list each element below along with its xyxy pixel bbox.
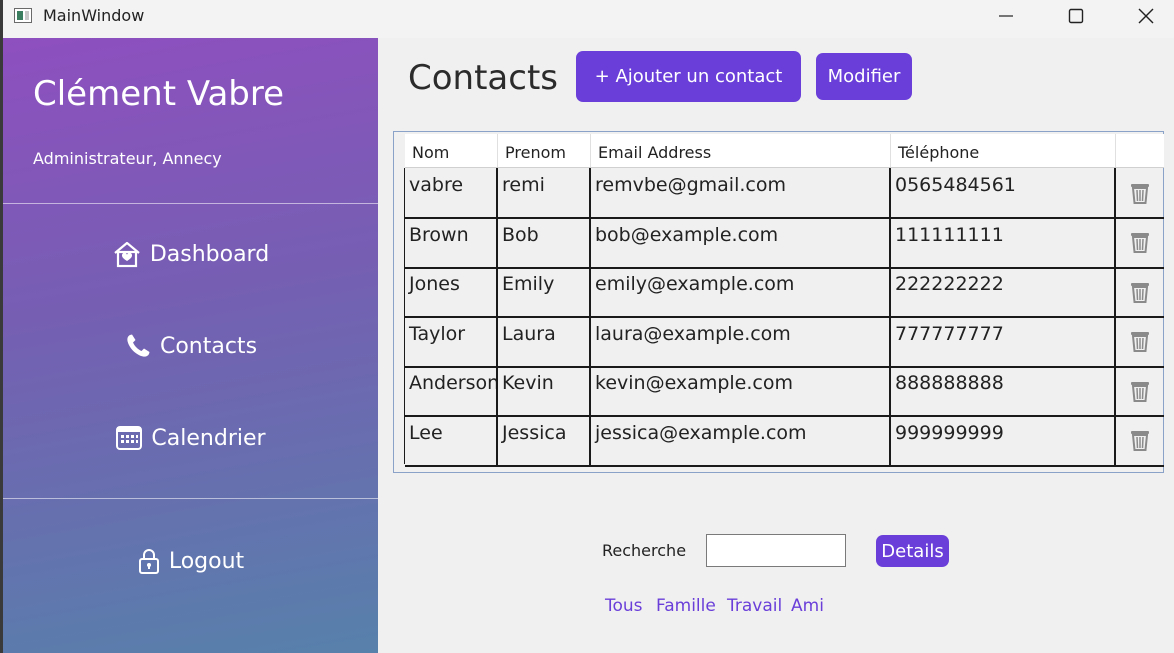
sidebar: Clément Vabre Administrateur, Annecy Das… — [3, 38, 378, 653]
nav-contacts[interactable]: Contacts — [3, 326, 378, 366]
table-row[interactable]: Taylor Laura laura@example.com 777777777 — [405, 316, 1164, 368]
delete-button[interactable] — [1116, 267, 1164, 316]
calendar-icon — [116, 426, 143, 450]
table-row[interactable]: vabre remi remvbe@gmail.com 0565484561 — [405, 168, 1164, 219]
table-row[interactable]: Lee Jessica jessica@example.com 999999999 — [405, 415, 1164, 467]
nav-contacts-label: Contacts — [159, 333, 258, 359]
trash-icon — [1131, 233, 1149, 253]
trash-icon — [1131, 431, 1149, 451]
phone-icon — [127, 334, 150, 357]
table-row[interactable]: Jones Emily emily@example.com 222222222 — [405, 267, 1164, 318]
main-window: MainWindow Clément Vabre Administrateur,… — [3, 0, 1174, 653]
table-row[interactable]: Anderson Kevin kevin@example.com 888888888 — [405, 366, 1164, 417]
close-icon — [1138, 8, 1154, 24]
filter-travail[interactable]: Travail — [727, 596, 782, 616]
cell-email[interactable]: emily@example.com — [591, 267, 891, 316]
cell-telephone[interactable]: 777777777 — [891, 316, 1116, 366]
minimize-icon — [999, 15, 1013, 17]
window-title: MainWindow — [43, 6, 145, 25]
logout-label: Logout — [168, 548, 245, 574]
cell-nom[interactable]: Taylor — [405, 316, 498, 366]
lock-icon — [138, 549, 159, 574]
edit-button[interactable]: Modifier — [816, 53, 912, 100]
cell-prenom[interactable]: Emily — [498, 267, 591, 316]
table-row[interactable]: Brown Bob bob@example.com 111111111 — [405, 217, 1164, 269]
close-button[interactable] — [1123, 0, 1169, 32]
cell-nom[interactable]: Lee — [405, 415, 498, 465]
cell-telephone[interactable]: 0565484561 — [891, 168, 1116, 217]
cell-prenom[interactable]: Kevin — [498, 366, 591, 415]
nav-dashboard-label: Dashboard — [149, 241, 270, 267]
search-label: Recherche — [602, 541, 687, 560]
logout-button[interactable]: Logout — [3, 541, 378, 581]
maximize-button[interactable] — [1053, 0, 1099, 32]
user-name: Clément Vabre — [33, 74, 285, 114]
minimize-button[interactable] — [983, 0, 1029, 32]
cell-telephone[interactable]: 999999999 — [891, 415, 1116, 465]
cell-email[interactable]: jessica@example.com — [591, 415, 891, 465]
cell-email[interactable]: bob@example.com — [591, 217, 891, 267]
cell-prenom[interactable]: Jessica — [498, 415, 591, 465]
cell-telephone[interactable]: 222222222 — [891, 267, 1116, 316]
column-header-nom[interactable]: Nom — [405, 134, 498, 167]
app-icon — [14, 8, 32, 23]
filter-tous[interactable]: Tous — [605, 596, 643, 616]
cell-telephone[interactable]: 111111111 — [891, 217, 1116, 267]
cell-nom[interactable]: Anderson — [405, 366, 498, 415]
nav-calendar-label: Calendrier — [151, 425, 266, 451]
contacts-table: Nom Prenom Email Address Téléphone vabre… — [393, 131, 1164, 473]
cell-email[interactable]: remvbe@gmail.com — [591, 168, 891, 217]
delete-button[interactable] — [1116, 317, 1164, 366]
delete-button[interactable] — [1116, 416, 1164, 465]
cell-prenom[interactable]: remi — [498, 168, 591, 217]
add-contact-button[interactable]: + Ajouter un contact — [576, 51, 801, 102]
cell-email[interactable]: laura@example.com — [591, 316, 891, 366]
nav-dashboard[interactable]: Dashboard — [3, 234, 378, 274]
column-header-email[interactable]: Email Address — [591, 134, 891, 167]
search-input[interactable] — [706, 534, 846, 567]
sidebar-divider — [3, 498, 378, 499]
maximize-icon — [1068, 8, 1084, 24]
house-icon — [114, 241, 140, 268]
delete-button[interactable] — [1116, 218, 1164, 267]
cell-nom[interactable]: Jones — [405, 267, 498, 316]
cell-telephone[interactable]: 888888888 — [891, 366, 1116, 415]
trash-icon — [1131, 183, 1149, 204]
trash-icon — [1131, 282, 1149, 303]
column-header-actions — [1116, 134, 1164, 167]
delete-button[interactable] — [1116, 168, 1164, 217]
delete-button[interactable] — [1116, 366, 1164, 415]
cell-nom[interactable]: Brown — [405, 217, 498, 267]
cell-nom[interactable]: vabre — [405, 168, 498, 217]
filter-ami[interactable]: Ami — [791, 596, 824, 616]
sidebar-divider — [3, 203, 378, 204]
column-header-telephone[interactable]: Téléphone — [891, 134, 1116, 167]
user-role: Administrateur, Annecy — [33, 149, 222, 168]
filter-famille[interactable]: Famille — [656, 596, 716, 616]
page-title: Contacts — [408, 58, 558, 98]
cell-prenom[interactable]: Bob — [498, 217, 591, 267]
cell-email[interactable]: kevin@example.com — [591, 366, 891, 415]
table-header: Nom Prenom Email Address Téléphone — [405, 134, 1164, 168]
cell-prenom[interactable]: Laura — [498, 316, 591, 366]
details-button[interactable]: Details — [876, 535, 949, 567]
trash-icon — [1131, 381, 1149, 402]
trash-icon — [1131, 332, 1149, 352]
title-bar[interactable]: MainWindow — [3, 0, 1174, 38]
column-header-prenom[interactable]: Prenom — [498, 134, 591, 167]
nav-calendar[interactable]: Calendrier — [3, 418, 378, 458]
